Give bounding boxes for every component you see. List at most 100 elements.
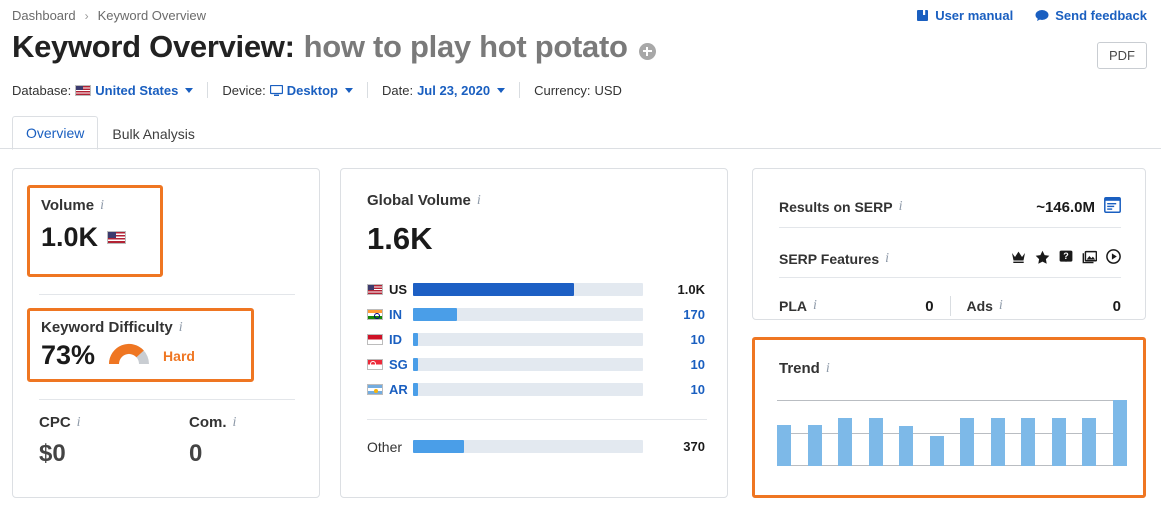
top-links: User manual Send feedback bbox=[916, 8, 1147, 23]
divider bbox=[779, 277, 1121, 278]
list-item: AR 10 bbox=[367, 377, 707, 402]
cpc-label: CPC bbox=[39, 414, 71, 431]
speech-bubble-icon bbox=[1035, 9, 1049, 22]
country-code[interactable]: SG bbox=[389, 357, 408, 372]
info-icon[interactable]: i bbox=[77, 415, 81, 430]
trend-bar bbox=[808, 425, 822, 466]
volume-bar-fill bbox=[413, 358, 418, 371]
currency-filter: Currency: USD bbox=[534, 83, 622, 98]
country-code[interactable]: US bbox=[389, 282, 407, 297]
info-icon[interactable]: i bbox=[885, 252, 889, 266]
info-icon[interactable]: i bbox=[477, 193, 481, 208]
grid-line bbox=[777, 400, 1127, 401]
tab-bulk-analysis[interactable]: Bulk Analysis bbox=[98, 117, 208, 150]
divider bbox=[39, 399, 295, 400]
question-box-icon[interactable]: ? bbox=[1059, 250, 1073, 269]
volume-value-row: 1.0K bbox=[41, 222, 160, 253]
other-value: 370 bbox=[683, 439, 705, 454]
list-item: US 1.0K bbox=[367, 277, 707, 302]
volume-bar-fill bbox=[413, 283, 574, 296]
sg-flag-icon bbox=[367, 359, 383, 370]
volume-value: 10 bbox=[690, 357, 705, 372]
ar-flag-icon bbox=[367, 384, 383, 395]
book-icon bbox=[916, 9, 929, 22]
ads-value: 0 bbox=[1112, 297, 1121, 315]
send-feedback-label: Send feedback bbox=[1055, 8, 1147, 23]
volume-bar-fill bbox=[413, 333, 418, 346]
info-icon[interactable]: i bbox=[999, 299, 1003, 313]
tab-overview[interactable]: Overview bbox=[12, 116, 99, 150]
global-volume-panel: Global Volume i 1.6K US 1.0K IN 170 ID 10 SG 10… bbox=[340, 168, 728, 498]
competition-value: 0 bbox=[189, 440, 203, 467]
trend-bar-chart bbox=[777, 400, 1127, 466]
info-icon[interactable]: i bbox=[826, 361, 830, 376]
crown-icon[interactable] bbox=[1011, 250, 1026, 269]
trend-bar bbox=[838, 418, 852, 466]
device-filter[interactable]: Device: Desktop bbox=[222, 83, 353, 98]
list-item: ID 10 bbox=[367, 327, 707, 352]
user-manual-link[interactable]: User manual bbox=[916, 8, 1013, 23]
trend-bar bbox=[777, 425, 791, 466]
star-icon[interactable] bbox=[1035, 250, 1050, 269]
serp-features-label-row: SERP Features i bbox=[779, 251, 889, 267]
breadcrumb-current: Keyword Overview bbox=[97, 8, 206, 23]
country-cell: IN bbox=[367, 307, 413, 322]
divider bbox=[779, 227, 1121, 228]
cpc-label-row: CPC i bbox=[39, 414, 189, 431]
keyword-difficulty-value: 73% bbox=[41, 340, 96, 370]
database-label: Database: bbox=[12, 82, 72, 98]
database-value[interactable]: United States bbox=[95, 83, 178, 98]
keyword-difficulty-rating: Hard bbox=[163, 347, 195, 364]
country-code[interactable]: AR bbox=[389, 382, 408, 397]
serp-panel: Results on SERP i ~146.0M SERP Features … bbox=[752, 168, 1146, 320]
plus-circle-icon[interactable] bbox=[638, 42, 656, 60]
info-icon[interactable]: i bbox=[100, 198, 104, 213]
other-volume-row: Other 370 bbox=[367, 434, 707, 459]
volume-value: 10 bbox=[690, 382, 705, 397]
info-icon[interactable]: i bbox=[899, 200, 903, 214]
tab-bar-rule bbox=[0, 148, 1161, 149]
user-manual-label: User manual bbox=[935, 8, 1014, 23]
chevron-down-icon[interactable] bbox=[345, 87, 353, 93]
image-icon[interactable] bbox=[1082, 250, 1098, 269]
volume-metric-card[interactable]: Volume i 1.0K bbox=[27, 185, 163, 277]
pla-label-row: PLA i bbox=[779, 298, 817, 314]
list-item: SG 10 bbox=[367, 352, 707, 377]
send-feedback-link[interactable]: Send feedback bbox=[1035, 8, 1147, 23]
global-volume-label: Global Volume bbox=[367, 192, 471, 209]
device-value[interactable]: Desktop bbox=[287, 83, 338, 98]
chevron-down-icon[interactable] bbox=[185, 87, 194, 93]
serp-report-icon[interactable] bbox=[1104, 197, 1121, 217]
country-cell: AR bbox=[367, 382, 413, 397]
country-cell: US bbox=[367, 282, 413, 297]
page-title-prefix: Keyword Overview: bbox=[12, 29, 295, 64]
pdf-export-button[interactable]: PDF bbox=[1097, 42, 1147, 69]
keyword-difficulty-value-row: 73% Hard bbox=[41, 340, 251, 371]
info-icon[interactable]: i bbox=[179, 320, 183, 335]
keyword-difficulty-card[interactable]: Keyword Difficulty i 73% Hard bbox=[27, 308, 254, 382]
trend-label-row: Trend i bbox=[779, 360, 830, 377]
volume-bar-track bbox=[413, 333, 643, 346]
date-value[interactable]: Jul 23, 2020 bbox=[417, 83, 490, 98]
database-filter[interactable]: Database: United States bbox=[12, 82, 194, 98]
results-on-serp-row: Results on SERP i ~146.0M bbox=[779, 192, 1121, 222]
results-on-serp-label-row: Results on SERP i bbox=[779, 199, 902, 215]
info-icon[interactable]: i bbox=[233, 415, 237, 430]
page-title: Keyword Overview: how to play hot potato bbox=[12, 29, 656, 65]
results-on-serp-label: Results on SERP bbox=[779, 199, 893, 215]
chevron-down-icon[interactable] bbox=[497, 87, 506, 93]
date-filter[interactable]: Date: Jul 23, 2020 bbox=[382, 83, 506, 98]
ads-label-row: Ads i bbox=[966, 298, 1002, 314]
trend-bar bbox=[1021, 418, 1035, 466]
country-cell: SG bbox=[367, 357, 413, 372]
country-code[interactable]: ID bbox=[389, 332, 402, 347]
country-code[interactable]: IN bbox=[389, 307, 402, 322]
trend-bar bbox=[960, 418, 974, 466]
pla-metric: PLA i 0 bbox=[779, 298, 934, 315]
breadcrumb-dashboard[interactable]: Dashboard bbox=[12, 8, 76, 23]
info-icon[interactable]: i bbox=[813, 299, 817, 313]
trend-bar bbox=[991, 418, 1005, 466]
play-circle-icon[interactable] bbox=[1106, 249, 1121, 269]
in-flag-icon bbox=[367, 309, 383, 320]
keyword-difficulty-label-row: Keyword Difficulty i bbox=[41, 319, 251, 336]
